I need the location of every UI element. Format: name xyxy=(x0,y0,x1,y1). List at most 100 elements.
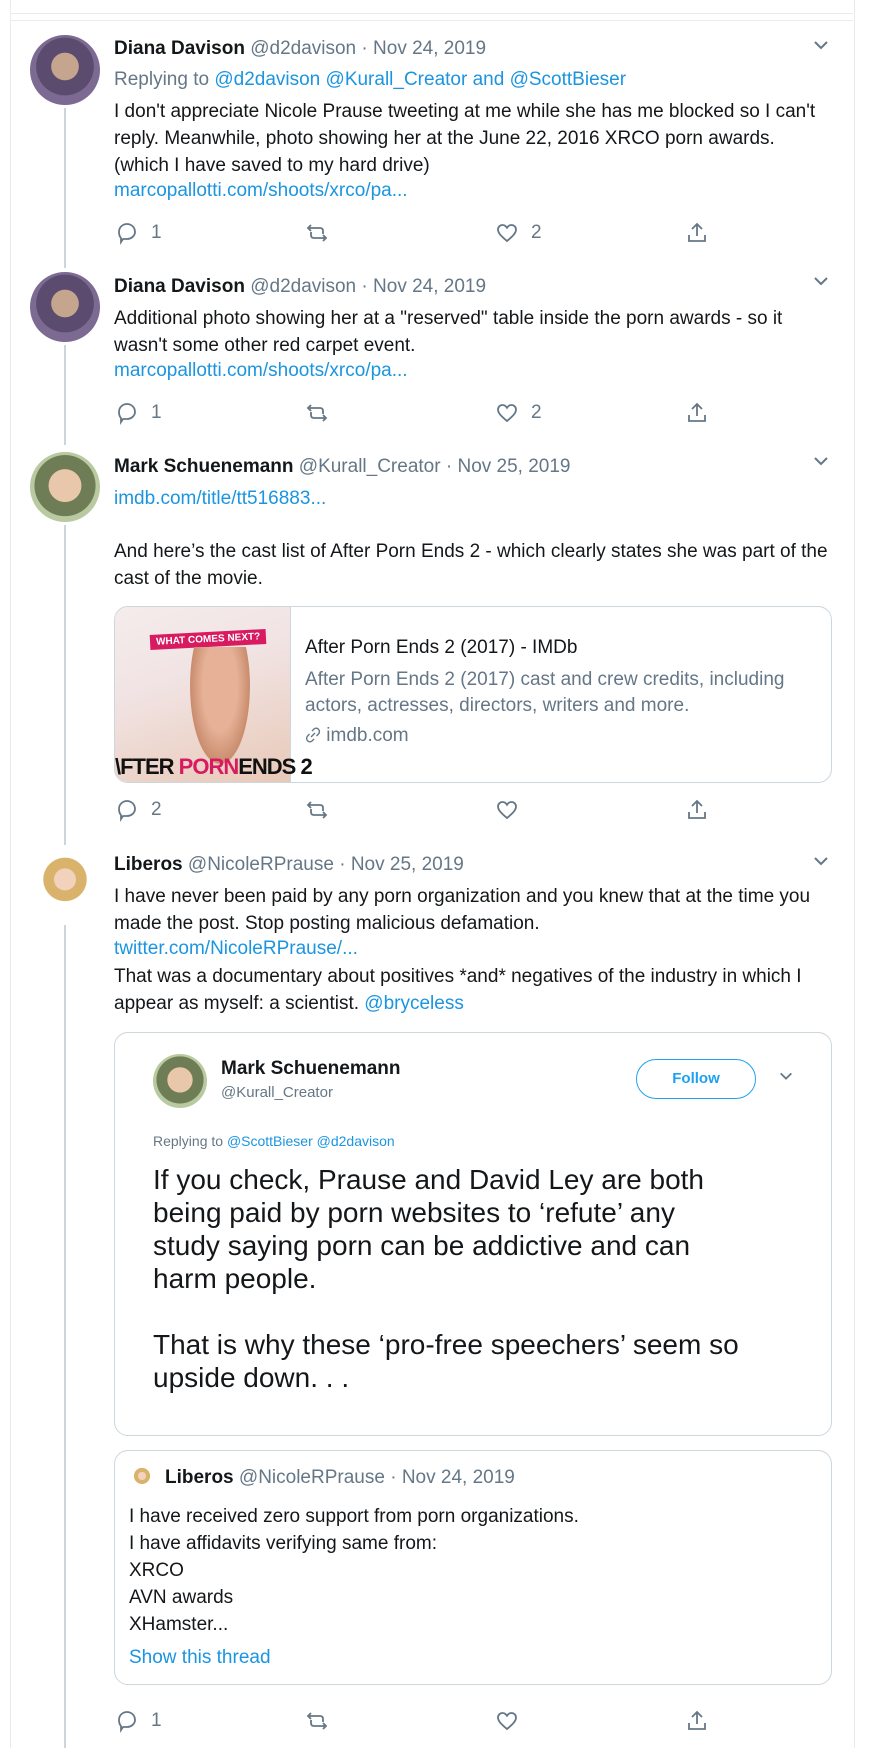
embed-text-paragraph: That is why these ‘pro-free speechers’ s… xyxy=(153,1329,739,1393)
tweet-text: I have never been paid by any porn organ… xyxy=(114,883,834,937)
like-button[interactable] xyxy=(495,795,531,825)
replying-to: Replying to @ScottBieser @d2davison xyxy=(153,1133,395,1149)
reply-button[interactable]: 2 xyxy=(115,795,162,825)
like-count: 2 xyxy=(531,222,542,243)
tweet-actions: 1 2 xyxy=(115,398,735,428)
separator: · xyxy=(361,276,368,297)
retweet-button[interactable] xyxy=(305,1706,341,1736)
reply-button[interactable]: 1 xyxy=(115,1706,162,1736)
tweet-date[interactable]: Nov 25, 2019 xyxy=(457,456,570,477)
avatar[interactable] xyxy=(30,272,100,342)
separator: · xyxy=(390,1467,397,1488)
tweet-text: Additional photo showing her at a "reser… xyxy=(114,305,834,359)
avatar[interactable] xyxy=(30,452,100,522)
thumbnail-title-a: \FTER xyxy=(115,754,179,779)
divider xyxy=(10,13,853,14)
separator: · xyxy=(445,456,453,477)
like-button[interactable]: 2 xyxy=(495,398,542,428)
reply-count: 1 xyxy=(151,1710,162,1731)
author-name[interactable]: Mark Schuenemann xyxy=(114,456,294,477)
share-button[interactable] xyxy=(685,795,709,825)
share-button[interactable] xyxy=(685,398,709,428)
author-handle[interactable]: @NicoleRPrause xyxy=(239,1467,385,1488)
like-button[interactable] xyxy=(495,1706,531,1736)
like-count: 2 xyxy=(531,402,542,423)
retweet-icon xyxy=(306,1712,328,1730)
chevron-down-icon[interactable] xyxy=(810,36,832,58)
embedded-tweet[interactable]: Mark Schuenemann @Kurall_Creator Follow … xyxy=(114,1032,832,1436)
share-icon xyxy=(688,222,706,242)
avatar[interactable] xyxy=(129,1465,155,1491)
reply-icon xyxy=(118,403,136,425)
mention-link[interactable]: @bryceless xyxy=(364,993,464,1014)
author-name[interactable]: Liberos xyxy=(165,1467,234,1488)
author-name[interactable]: Diana Davison xyxy=(114,276,245,297)
chevron-down-icon[interactable] xyxy=(810,852,832,874)
chevron-down-icon[interactable] xyxy=(810,272,832,294)
share-icon xyxy=(688,1710,706,1730)
mention-link[interactable]: @d2davison @Kurall_Creator xyxy=(214,69,467,90)
quote-line: I have received zero support from porn o… xyxy=(129,1506,579,1527)
author-name[interactable]: Mark Schuenemann xyxy=(221,1058,401,1080)
tweet-date[interactable]: Nov 24, 2019 xyxy=(402,1467,515,1488)
link-card[interactable]: WHAT COMES NEXT? \FTER PORNENDS 2 After … xyxy=(114,606,832,783)
author-handle[interactable]: @Kurall_Creator xyxy=(299,456,441,477)
retweet-button[interactable] xyxy=(305,398,341,428)
retweet-button[interactable] xyxy=(305,218,341,248)
heart-icon xyxy=(497,801,517,820)
heart-icon xyxy=(497,224,517,243)
like-button[interactable]: 2 xyxy=(495,218,542,248)
author-name[interactable]: Liberos xyxy=(114,854,183,875)
tweet-link[interactable]: marcopallotti.com/shoots/xrco/pa... xyxy=(114,180,408,202)
author-handle[interactable]: @d2davison xyxy=(250,38,356,59)
author-handle[interactable]: @Kurall_Creator xyxy=(221,1084,401,1101)
quote-line: I have affidavits verifying same from: xyxy=(129,1533,437,1554)
thumbnail-title: \FTER PORNENDS 2 xyxy=(115,754,313,780)
link-icon xyxy=(305,725,326,746)
author-handle[interactable]: @NicoleRPrause xyxy=(188,854,334,875)
tweet-text: And here’s the cast list of After Porn E… xyxy=(114,538,834,592)
replying-to-prefix: Replying to xyxy=(114,69,210,90)
tweet-link[interactable]: marcopallotti.com/shoots/xrco/pa... xyxy=(114,360,408,382)
author-name[interactable]: Diana Davison xyxy=(114,38,245,59)
show-thread-link[interactable]: Show this thread xyxy=(129,1647,271,1669)
tweet-date[interactable]: Nov 25, 2019 xyxy=(351,854,464,875)
thread-line xyxy=(64,525,66,845)
reply-count: 1 xyxy=(151,402,162,423)
tweet-text-content: Additional photo showing her at a "reser… xyxy=(114,308,783,356)
mention-link[interactable]: @ScottBieser @d2davison xyxy=(227,1133,395,1149)
quoted-tweet[interactable]: Liberos @NicoleRPrause · Nov 24, 2019 I … xyxy=(114,1450,832,1685)
tweet-date[interactable]: Nov 24, 2019 xyxy=(373,38,486,59)
tweet-text: I don't appreciate Nicole Prause tweetin… xyxy=(114,98,834,179)
reply-button[interactable]: 1 xyxy=(115,218,162,248)
tweet-header: Diana Davison @d2davison · Nov 24, 2019 xyxy=(114,276,486,298)
thread-line xyxy=(64,925,66,1748)
chevron-down-icon[interactable] xyxy=(810,452,832,474)
author-handle[interactable]: @d2davison xyxy=(250,276,356,297)
tweet-text-content: I don't appreciate Nicole Prause tweetin… xyxy=(114,101,816,176)
avatar[interactable] xyxy=(30,35,100,105)
retweet-button[interactable] xyxy=(305,795,341,825)
chevron-down-icon[interactable] xyxy=(775,1067,797,1089)
tweet-link[interactable]: imdb.com/title/tt516883... xyxy=(114,488,326,510)
reply-count: 2 xyxy=(151,799,162,820)
share-button[interactable] xyxy=(685,1706,709,1736)
retweet-icon xyxy=(306,224,328,242)
separator: · xyxy=(339,854,346,875)
card-thumbnail: WHAT COMES NEXT? \FTER PORNENDS 2 xyxy=(115,607,313,782)
tweet-date[interactable]: Nov 24, 2019 xyxy=(373,276,486,297)
mention-link[interactable]: @ScottBieser xyxy=(510,69,626,90)
avatar[interactable] xyxy=(30,850,100,920)
card-description: After Porn Ends 2 (2017) cast and crew c… xyxy=(305,669,785,716)
reply-icon xyxy=(118,1711,136,1733)
heart-icon xyxy=(497,404,517,423)
tweet-link[interactable]: twitter.com/NicoleRPrause/... xyxy=(114,938,358,960)
follow-button[interactable]: Follow xyxy=(636,1059,756,1099)
card-domain-text: imdb.com xyxy=(326,725,409,746)
reply-count: 1 xyxy=(151,222,162,243)
tweet-text-content: And here’s the cast list of After Porn E… xyxy=(114,541,828,589)
thread-line xyxy=(64,345,66,445)
reply-button[interactable]: 1 xyxy=(115,398,162,428)
share-button[interactable] xyxy=(685,218,709,248)
avatar[interactable] xyxy=(153,1054,207,1108)
